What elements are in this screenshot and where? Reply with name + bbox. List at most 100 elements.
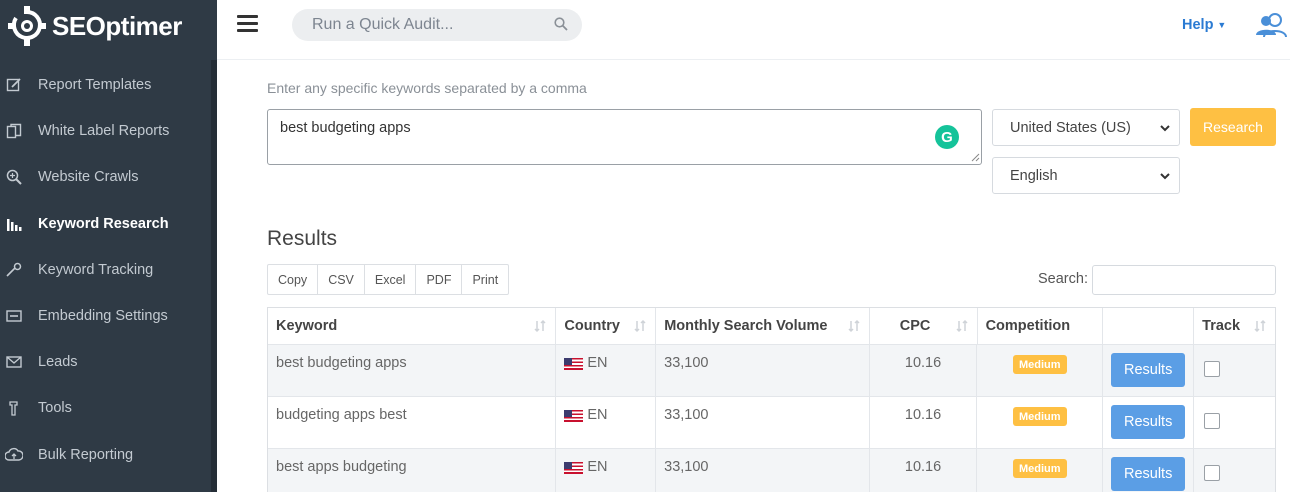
language-select-value: English <box>1010 167 1058 184</box>
column-header-label: Track <box>1202 318 1241 334</box>
quick-audit-search[interactable]: Run a Quick Audit... <box>292 9 582 41</box>
copy-button[interactable]: Copy <box>268 265 319 294</box>
research-button[interactable]: Research <box>1190 108 1276 146</box>
help-label: Help <box>1182 17 1214 33</box>
country-code: EN <box>587 355 608 371</box>
track-cell <box>1194 345 1275 396</box>
logo[interactable]: SEOptimer <box>8 4 182 48</box>
results-button[interactable]: Results <box>1111 405 1186 439</box>
bar-chart-icon <box>5 215 23 233</box>
column-header-track[interactable]: Track <box>1194 308 1275 344</box>
sidebar-scrollbar[interactable] <box>211 60 217 492</box>
documents-icon <box>5 122 23 140</box>
grammarly-icon[interactable]: G <box>935 125 959 149</box>
sidebar-item-label: Keyword Tracking <box>38 261 154 278</box>
table-search-input[interactable] <box>1092 265 1276 295</box>
results-button[interactable]: Results <box>1111 457 1186 491</box>
sidebar-item-keyword-research[interactable]: Keyword Research <box>0 201 211 247</box>
cpc-cell: 10.16 <box>870 449 978 492</box>
sidebar-item-label: Tools <box>38 400 72 417</box>
volume-cell: 33,100 <box>656 449 870 492</box>
cpc-cell: 10.16 <box>870 397 978 448</box>
table-row: best budgeting apps EN 33,100 10.16 Medi… <box>268 345 1275 397</box>
competition-badge: Medium <box>1013 459 1067 478</box>
chevron-down-icon <box>1160 173 1170 180</box>
sidebar-item-keyword-tracking[interactable]: Keyword Tracking <box>0 247 211 293</box>
sidebar-item-report-templates[interactable]: Report Templates <box>0 62 211 108</box>
country-select[interactable]: United States (US) <box>992 109 1180 146</box>
keyword-cell: best apps budgeting <box>268 449 557 492</box>
column-header-competition[interactable]: Competition <box>978 308 1104 344</box>
caret-down-icon: ▼ <box>1217 20 1227 31</box>
keyword-cell: best budgeting apps <box>268 345 557 396</box>
country-select-value: United States (US) <box>1010 119 1131 136</box>
table-header: Keyword Country Monthly Search Volume CP… <box>268 308 1275 345</box>
results-title: Results <box>267 227 338 250</box>
users-icon[interactable] <box>1255 12 1287 43</box>
action-cell: Results <box>1103 397 1195 448</box>
sidebar-item-tools[interactable]: Tools <box>0 385 211 431</box>
column-header-keyword[interactable]: Keyword <box>268 308 557 344</box>
pdf-button[interactable]: PDF <box>416 265 463 294</box>
envelope-icon <box>5 353 23 371</box>
help-dropdown[interactable]: Help ▼ <box>1182 17 1226 33</box>
column-header-label: CPC <box>899 318 931 334</box>
volume-cell: 33,100 <box>656 397 870 448</box>
resize-handle-icon[interactable] <box>971 153 980 162</box>
column-header-cpc[interactable]: CPC <box>870 308 978 344</box>
sidebar-item-embedding-settings[interactable]: Embedding Settings <box>0 293 211 339</box>
export-buttons: Copy CSV Excel PDF Print <box>267 264 510 295</box>
country-cell: EN <box>556 449 657 492</box>
us-flag-icon <box>564 462 584 474</box>
column-header-label: Monthly Search Volume <box>664 318 828 334</box>
table-search-label: Search: <box>1038 271 1088 287</box>
search-icon[interactable] <box>554 17 568 36</box>
language-select[interactable]: English <box>992 157 1180 194</box>
sidebar-item-white-label-reports[interactable]: White Label Reports <box>0 108 211 154</box>
column-header-label: Competition <box>985 318 1071 334</box>
csv-button[interactable]: CSV <box>318 265 365 294</box>
sort-icon <box>1254 319 1266 333</box>
print-button[interactable]: Print <box>462 265 508 294</box>
competition-cell: Medium <box>977 449 1104 492</box>
sidebar-item-label: Website Crawls <box>38 169 139 186</box>
table-row: budgeting apps best EN 33,100 10.16 Medi… <box>268 397 1275 449</box>
excel-button[interactable]: Excel <box>365 265 417 294</box>
sidebar: SEOptimer Report Templates White Label R… <box>0 0 217 492</box>
sort-icon <box>848 319 860 333</box>
competition-cell: Medium <box>977 345 1104 396</box>
action-cell: Results <box>1103 449 1195 492</box>
keyword-cell: budgeting apps best <box>268 397 557 448</box>
results-button[interactable]: Results <box>1111 353 1186 387</box>
competition-badge: Medium <box>1013 407 1067 426</box>
competition-badge: Medium <box>1013 355 1067 374</box>
keywords-textarea[interactable]: best budgeting apps <box>267 109 982 165</box>
column-header-label: Country <box>564 318 620 334</box>
sidebar-item-leads[interactable]: Leads <box>0 339 211 385</box>
sidebar-item-website-crawls[interactable]: Website Crawls <box>0 154 211 200</box>
sidebar-item-label: Report Templates <box>38 77 152 94</box>
action-cell: Results <box>1103 345 1195 396</box>
sidebar-item-bulk-reporting[interactable]: Bulk Reporting <box>0 432 211 478</box>
column-header-volume[interactable]: Monthly Search Volume <box>656 308 870 344</box>
menu-toggle-icon[interactable] <box>237 15 258 33</box>
track-checkbox[interactable] <box>1204 361 1221 377</box>
results-table: Keyword Country Monthly Search Volume CP… <box>267 307 1276 492</box>
track-cell <box>1194 449 1275 492</box>
track-checkbox[interactable] <box>1204 413 1221 429</box>
sidebar-item-label: Keyword Research <box>38 215 169 232</box>
tools-icon <box>5 399 23 417</box>
column-header-country[interactable]: Country <box>556 308 657 344</box>
us-flag-icon <box>564 358 584 370</box>
column-header-actions <box>1103 308 1195 344</box>
topbar: Run a Quick Audit... Help ▼ <box>217 0 1290 60</box>
sidebar-nav: Report Templates White Label Reports Web… <box>0 62 211 478</box>
us-flag-icon <box>564 410 584 422</box>
keywords-hint: Enter any specific keywords separated by… <box>267 80 587 96</box>
main-content: Enter any specific keywords separated by… <box>238 61 1290 492</box>
tracking-icon <box>5 261 23 279</box>
track-checkbox[interactable] <box>1204 465 1221 481</box>
quick-audit-placeholder: Run a Quick Audit... <box>312 16 454 33</box>
sort-icon <box>534 319 546 333</box>
cloud-upload-icon <box>5 446 23 464</box>
